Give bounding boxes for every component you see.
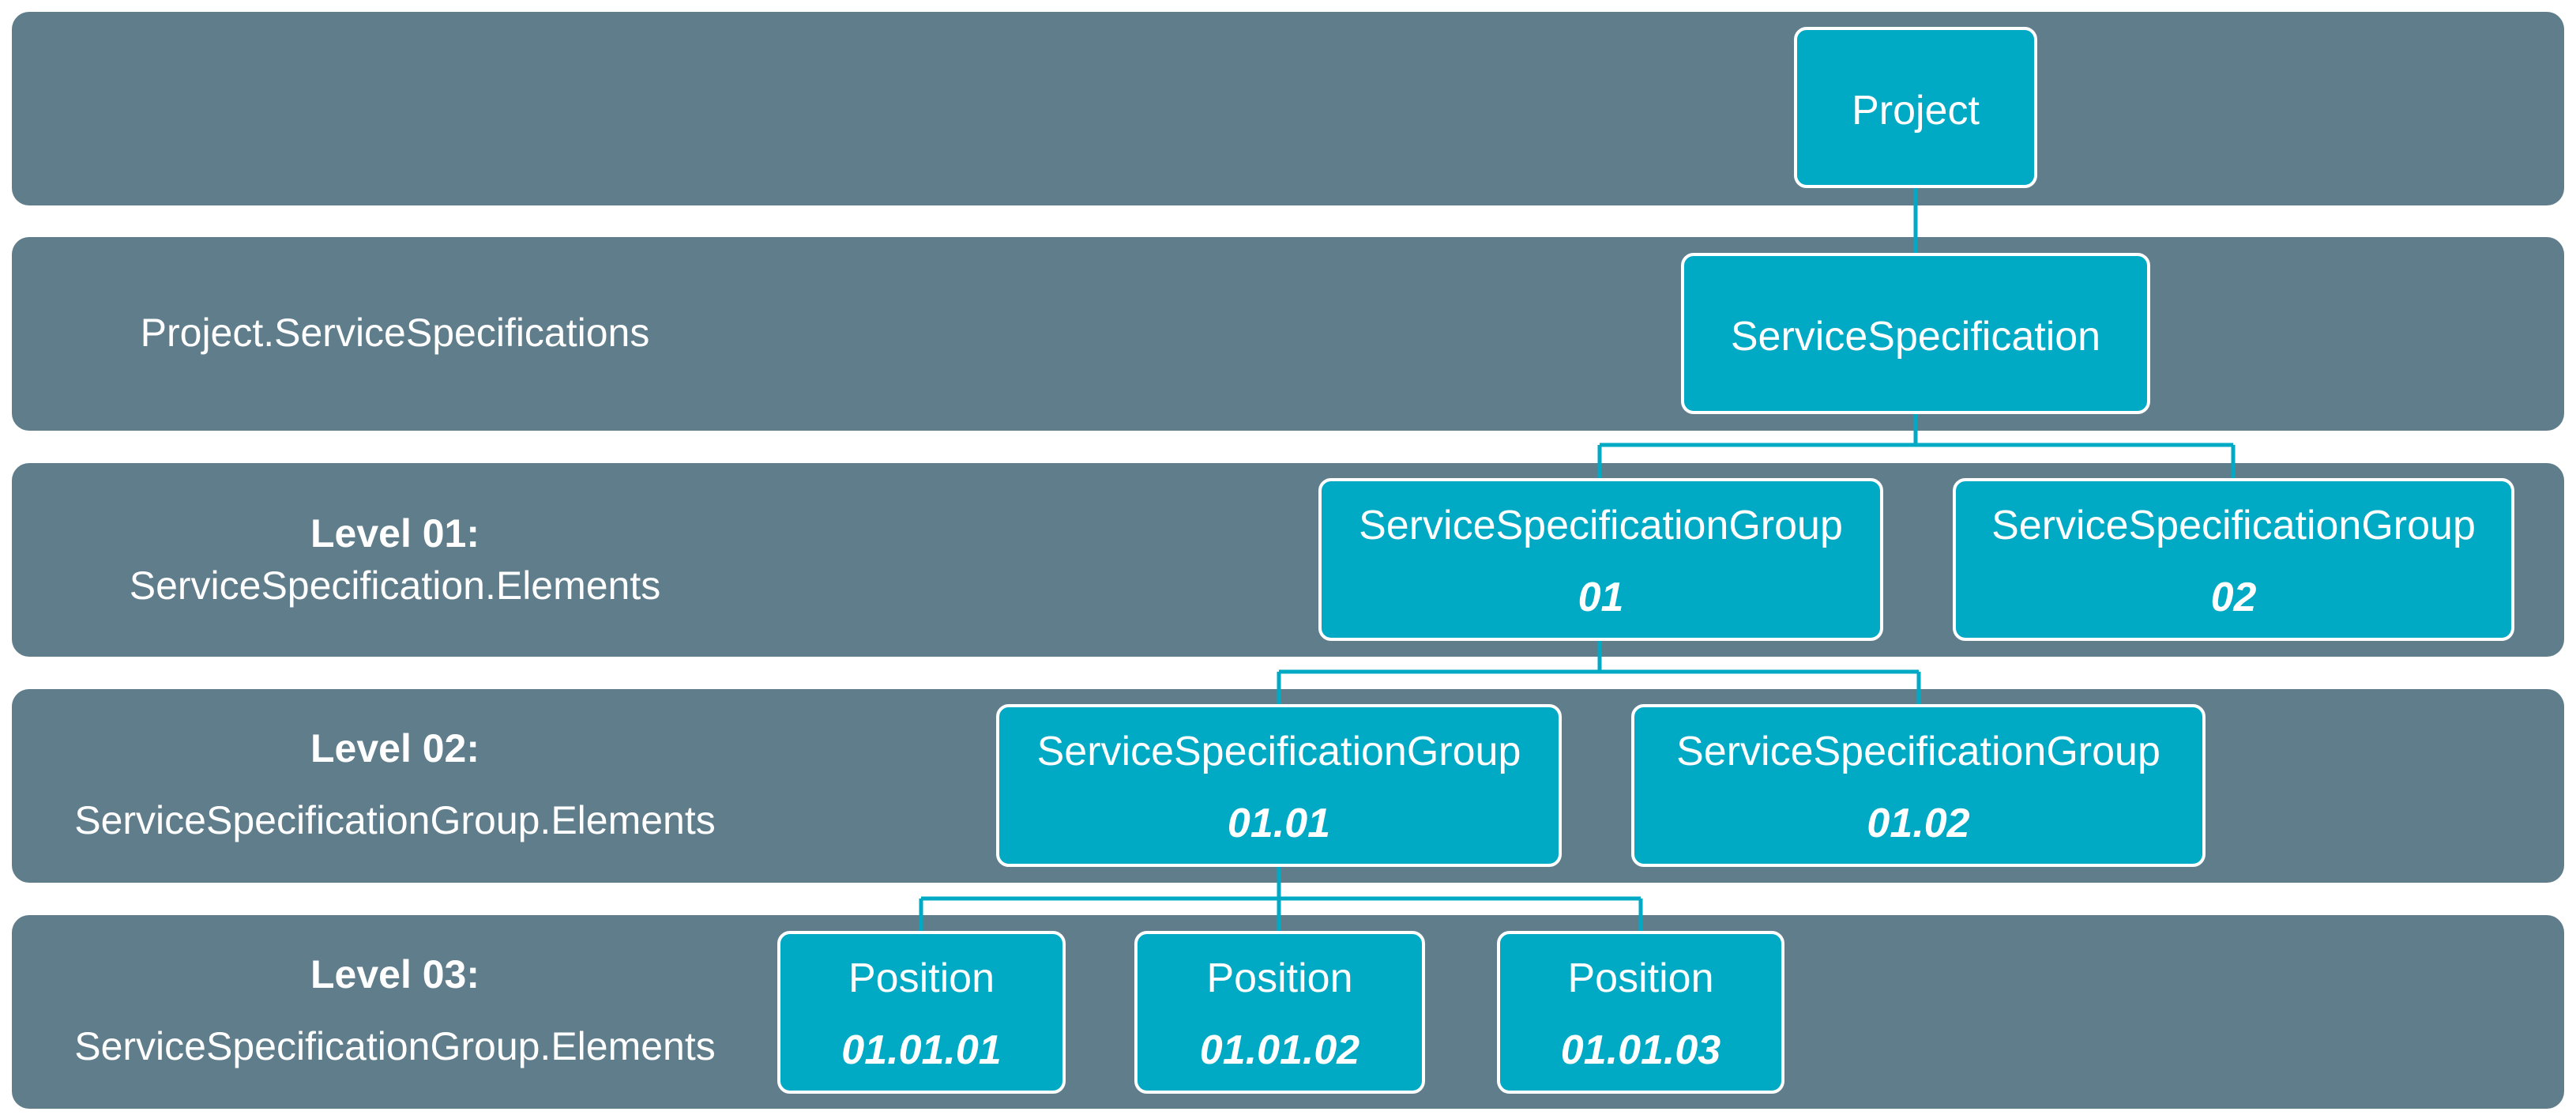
node-group-01-code: 01	[1578, 575, 1624, 620]
node-group-01-name: ServiceSpecificationGroup	[1359, 503, 1843, 548]
band-label-level-01: ServiceSpecification.Elements	[129, 563, 661, 608]
band-label-level-02: ServiceSpecificationGroup.Elements	[74, 798, 716, 842]
node-position-01-01-02-name: Position	[1206, 955, 1353, 1001]
node-position-01-01-03-code: 01.01.03	[1560, 1027, 1721, 1073]
node-group-01-01-code: 01.01	[1227, 801, 1331, 846]
band-heading-level-03: Level 03:	[310, 952, 480, 997]
band-project	[12, 12, 2564, 205]
band-heading-level-01: Level 01:	[310, 511, 480, 556]
node-position-01-01-03-name: Position	[1567, 955, 1714, 1001]
node-group-01[interactable]: ServiceSpecificationGroup 01	[1318, 478, 1883, 641]
node-group-01-01[interactable]: ServiceSpecificationGroup 01.01	[996, 704, 1562, 867]
node-group-01-01-name: ServiceSpecificationGroup	[1036, 729, 1521, 774]
node-group-01-02[interactable]: ServiceSpecificationGroup 01.02	[1631, 704, 2206, 867]
node-group-02-code: 02	[2210, 575, 2257, 620]
band-heading-level-02: Level 02:	[310, 726, 480, 770]
node-group-02-name: ServiceSpecificationGroup	[1991, 503, 2476, 548]
node-service-specification[interactable]: ServiceSpecification	[1681, 253, 2150, 414]
node-position-01-01-02[interactable]: Position 01.01.02	[1134, 931, 1425, 1094]
node-project-name: Project	[1852, 88, 1980, 134]
node-group-01-02-code: 01.02	[1867, 801, 1970, 846]
node-group-02[interactable]: ServiceSpecificationGroup 02	[1953, 478, 2514, 641]
node-group-01-02-name: ServiceSpecificationGroup	[1676, 729, 2160, 774]
node-position-01-01-03[interactable]: Position 01.01.03	[1497, 931, 1784, 1094]
node-position-01-01-01-name: Position	[848, 955, 995, 1001]
band-label-service-specifications: Project.ServiceSpecifications	[140, 311, 650, 355]
node-project[interactable]: Project	[1794, 27, 2037, 188]
node-position-01-01-01-code: 01.01.01	[841, 1027, 1002, 1073]
node-position-01-01-02-code: 01.01.02	[1199, 1027, 1360, 1073]
node-position-01-01-01[interactable]: Position 01.01.01	[777, 931, 1066, 1094]
band-label-level-03: ServiceSpecificationGroup.Elements	[74, 1024, 716, 1068]
node-service-specification-name: ServiceSpecification	[1730, 314, 2101, 360]
